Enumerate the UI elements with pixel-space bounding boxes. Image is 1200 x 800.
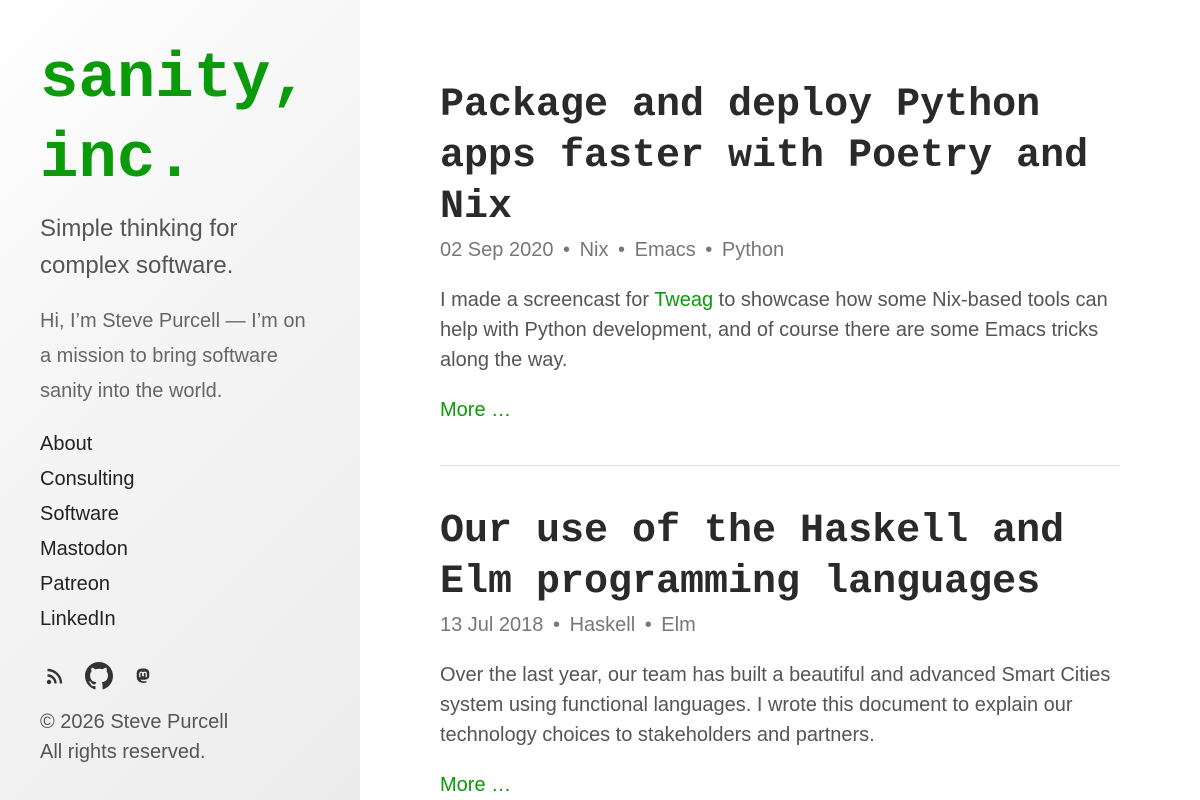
- nav-patreon-link[interactable]: Patreon: [40, 573, 110, 595]
- main-nav: About Consulting Software Mastodon Patre…: [40, 429, 320, 639]
- meta-separator: •: [563, 239, 571, 261]
- post-list: Package and deploy Python apps faster wi…: [440, 80, 1120, 800]
- meta-separator: •: [705, 239, 713, 261]
- nav-linkedin-link[interactable]: LinkedIn: [40, 608, 116, 630]
- sidebar: sanity, inc. Simple thinking for complex…: [0, 0, 360, 800]
- post-title-link[interactable]: Package and deploy Python apps faster wi…: [440, 80, 1120, 233]
- post-title-link[interactable]: Our use of the Haskell and Elm programmi…: [440, 506, 1120, 608]
- meta-separator: •: [552, 614, 560, 636]
- more-link[interactable]: More …: [440, 770, 511, 800]
- nav-about-link[interactable]: About: [40, 433, 92, 455]
- tag-link[interactable]: Elm: [661, 614, 695, 636]
- more-link[interactable]: More …: [440, 395, 511, 425]
- rss-icon[interactable]: [40, 661, 70, 691]
- copyright-line-2: All rights reserved.: [40, 741, 206, 763]
- tagline: Simple thinking for complex software.: [40, 215, 238, 279]
- post-meta: 02 Sep 2020 • Nix • Emacs • Python: [440, 235, 1120, 265]
- post-item: Our use of the Haskell and Elm programmi…: [440, 506, 1120, 800]
- site-title[interactable]: sanity, inc.: [40, 40, 320, 200]
- post-excerpt: Over the last year, our team has built a…: [440, 664, 1111, 746]
- tag-link[interactable]: Emacs: [635, 239, 696, 261]
- post-excerpt: I made a screencast for Tweag to showcas…: [440, 285, 1120, 375]
- nav-software-link[interactable]: Software: [40, 503, 119, 525]
- site-title-line-2[interactable]: inc.: [40, 120, 320, 200]
- github-icon[interactable]: [84, 661, 114, 691]
- social-links: [40, 661, 320, 691]
- tag-link[interactable]: Nix: [580, 239, 609, 261]
- mastodon-icon[interactable]: [128, 661, 158, 691]
- post-item: Package and deploy Python apps faster wi…: [440, 80, 1120, 425]
- nav-mastodon-link[interactable]: Mastodon: [40, 538, 128, 560]
- meta-separator: •: [618, 239, 626, 261]
- intro-text: Hi, I’m Steve Purcell — I’m on a mission…: [40, 310, 306, 402]
- nav-consulting-link[interactable]: Consulting: [40, 468, 135, 490]
- tag-link[interactable]: Haskell: [570, 614, 636, 636]
- tag-link[interactable]: Python: [722, 239, 784, 261]
- post-meta: 13 Jul 2018 • Haskell • Elm: [440, 610, 1120, 640]
- post-date: 13 Jul 2018: [440, 614, 544, 636]
- copyright-line-1: © 2026 Steve Purcell: [40, 711, 229, 733]
- site-title-line-1[interactable]: sanity,: [40, 40, 320, 120]
- tweag-link[interactable]: Tweag: [654, 289, 713, 311]
- excerpt-text: I made a screencast for: [440, 289, 655, 311]
- post-date: 02 Sep 2020: [440, 239, 554, 261]
- meta-separator: •: [644, 614, 652, 636]
- post-divider: [440, 465, 1120, 466]
- copyright: © 2026 Steve Purcell All rights reserved…: [40, 707, 320, 767]
